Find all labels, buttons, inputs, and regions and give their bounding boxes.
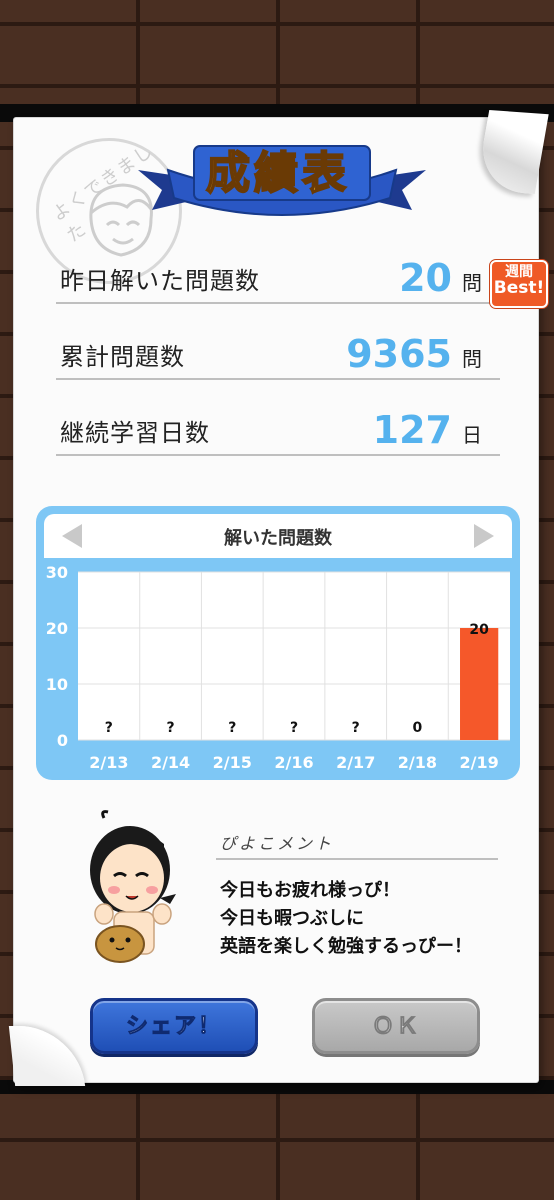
comment-divider bbox=[216, 858, 498, 860]
data-label: 20 bbox=[469, 622, 489, 638]
data-label: ? bbox=[105, 720, 113, 736]
y-tick-label: 20 bbox=[46, 619, 68, 638]
data-label: ? bbox=[352, 720, 360, 736]
comment-label: ぴよこメント bbox=[220, 834, 335, 853]
x-tick-label: 2/13 bbox=[89, 753, 128, 772]
y-tick-label: 0 bbox=[57, 731, 68, 750]
data-label: ? bbox=[167, 720, 175, 736]
comment-line: 今日も暇つぶしに bbox=[220, 908, 364, 929]
stat-label: 継続学習日数 bbox=[60, 419, 210, 447]
stat-unit: 日 bbox=[462, 423, 482, 447]
x-tick-label: 2/17 bbox=[336, 753, 375, 772]
stat-unit: 問 bbox=[462, 271, 482, 295]
page-title: 成績表 bbox=[205, 147, 350, 200]
stat-row-yesterday: 昨日解いた問題数 20 問 bbox=[56, 256, 500, 304]
stat-row-total: 累計問題数 9365 問 bbox=[56, 332, 500, 380]
y-tick-label: 30 bbox=[46, 563, 68, 582]
mascot-character-icon bbox=[90, 810, 176, 963]
data-label: ? bbox=[290, 720, 298, 736]
plot-area bbox=[78, 572, 510, 740]
chart-panel: 解いた問題数 0 10 20 30? 2/13? 2/14? 2/15? 2/16? 2/17 0… bbox=[36, 506, 520, 780]
stat-label: 累計問題数 bbox=[60, 343, 185, 371]
x-tick-label: 2/15 bbox=[213, 753, 252, 772]
bar-chart: 0 10 20 30? 2/13? 2/14? 2/15? 2/16? 2/17 0 2/18 20 2… bbox=[46, 563, 510, 772]
stat-value: 20 bbox=[399, 256, 452, 300]
page-curl-bottom bbox=[8, 1026, 86, 1086]
data-label: 0 bbox=[413, 720, 423, 736]
comment-line: 今日もお疲れ様っぴ！ bbox=[220, 880, 400, 901]
stat-label: 昨日解いた問題数 bbox=[60, 267, 260, 295]
x-tick-label: 2/16 bbox=[274, 753, 313, 772]
bar bbox=[460, 628, 499, 740]
weekly-best-badge: 週間 Best! bbox=[490, 260, 548, 308]
y-tick-label: 10 bbox=[46, 675, 68, 694]
stat-unit: 問 bbox=[462, 347, 482, 371]
stat-row-streak: 継続学習日数 127 日 bbox=[56, 408, 500, 456]
page-curl bbox=[475, 110, 549, 194]
x-tick-label: 2/18 bbox=[398, 753, 437, 772]
x-tick-label: 2/19 bbox=[460, 753, 499, 772]
stat-value: 127 bbox=[372, 408, 452, 452]
stat-value: 9365 bbox=[346, 332, 452, 376]
ok-button[interactable]: ＯＫ bbox=[312, 998, 480, 1054]
badge-line2: Best! bbox=[493, 277, 545, 298]
data-label: ? bbox=[228, 720, 236, 736]
x-tick-label: 2/14 bbox=[151, 753, 190, 772]
share-button[interactable]: シェア！ bbox=[90, 998, 258, 1054]
comment-line: 英語を楽しく勉強するっぴー！ bbox=[220, 936, 472, 957]
